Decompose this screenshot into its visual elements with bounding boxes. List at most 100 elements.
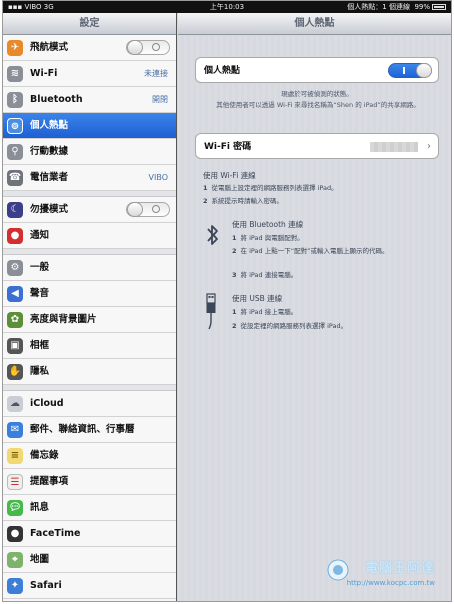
bt-step-2: 2在 iPad 上點一下“配對”或輸入電腦上顯示的代碼。 [232,247,389,255]
bluetooth-icon [207,225,218,245]
sidebar-item-mail-contacts-calendars[interactable]: ✉ 郵件、聯絡資訊、行事曆 [3,417,176,443]
sidebar-item-icloud[interactable]: ☁ iCloud [3,391,176,417]
wifi-password-value [370,142,418,152]
watermark-title: 電腦王阿達 [364,561,435,576]
wifi-step-2: 2 系統提示時請輸入密碼。 [203,197,284,205]
hotspot-toggle-cell: 個人熱點 [195,57,439,83]
wifi-icon: ≋ [7,66,23,82]
sidebar-item-label: Bluetooth [30,94,83,105]
sidebar-item-label: FaceTime [30,528,81,539]
sidebar-item-label: 地圖 [30,554,50,565]
airplane-icon: ✈ [7,40,23,56]
wifi-section-title: 使用 Wi-Fi 連線 [203,171,256,180]
do-not-disturb-toggle[interactable] [126,202,170,217]
sidebar-item-airplane-mode[interactable]: ✈ 飛航模式 [3,35,176,61]
carrier-value: VIBO [148,173,168,182]
sidebar-item-personal-hotspot[interactable]: ⊚ 個人熱點 [3,113,176,139]
screenshot-frame: ▪▪▪ VIBO 3G 上午10:03 個人熱點：1 個連線 99% 設定 ✈ … [2,0,452,602]
sidebar-item-label: Safari [30,580,62,591]
sidebar-item-brightness-wallpaper[interactable]: ✿ 亮度與背景圖片 [3,307,176,333]
status-bar: ▪▪▪ VIBO 3G 上午10:03 個人熱點：1 個連線 99% [3,1,451,13]
sidebar-item-safari[interactable]: ✦ Safari [3,573,176,599]
messages-icon: 💬︎ [7,500,23,516]
bluetooth-status-value: 開閉 [152,95,168,104]
notes-icon: ≡ [7,448,23,464]
airplane-mode-toggle[interactable] [126,40,170,55]
sidebar-item-label: 訊息 [30,502,50,513]
watermark-logo [327,559,349,581]
usb-icon [206,293,216,330]
status-right: 個人熱點：1 個連線 99% [347,1,446,13]
settings-list: ✈ 飛航模式 ≋ Wi-Fi 未連接 ᛒ Bluetooth 開閉 ⊚ 個人熱點… [3,35,176,599]
wifi-status-value: 未連接 [144,69,168,78]
sidebar-item-maps[interactable]: ⌖ 地圖 [3,547,176,573]
moon-icon: ☾ [7,202,23,218]
sidebar-item-messages[interactable]: 💬︎ 訊息 [3,495,176,521]
sidebar-item-picture-frame[interactable]: ▣ 相框 [3,333,176,359]
speaker-icon: ◀ [7,286,23,302]
facetime-icon: ● [7,526,23,542]
hotspot-toggle[interactable] [388,63,432,78]
sidebar-item-carrier[interactable]: ☎ 電信業者 VIBO [3,165,176,191]
mail-icon: ✉ [7,422,23,438]
sidebar-item-reminders[interactable]: ☰ 提醒事項 [3,469,176,495]
usb-section-title: 使用 USB 連線 [232,294,283,303]
sidebar-item-label: 相框 [30,340,50,351]
sidebar-item-notes[interactable]: ≡ 備忘錄 [3,443,176,469]
hotspot-status: 個人熱點：1 個連線 [347,3,410,11]
share-network-note: 其他使用者可以透過 Wi-Fi 來尋找名稱為“Shen 的 iPad”的共享網路… [216,101,420,109]
battery-percent: 99% [414,3,430,11]
wifi-password-label: Wi-Fi 密碼 [204,142,252,152]
wifi-password-cell[interactable]: Wi-Fi 密碼 › [195,133,439,159]
sidebar-item-label: 備忘錄 [30,450,59,461]
picture-frame-icon: ▣ [7,338,23,354]
bt-section-title: 使用 Bluetooth 連線 [232,220,304,229]
sidebar-item-bluetooth[interactable]: ᛒ Bluetooth 開閉 [3,87,176,113]
sidebar-item-notifications[interactable]: ● 通知 [3,223,176,249]
settings-sidebar: 設定 ✈ 飛航模式 ≋ Wi-Fi 未連接 ᛒ Bluetooth 開閉 ⊚ 個… [3,13,177,601]
sidebar-item-label: 個人熱點 [30,120,69,131]
usb-step-2: 2 從設定裡的網路服務列表選擇 iPad。 [232,322,348,330]
watermark: 電腦王阿達 http://www.kocpc.com.tw [327,557,437,593]
sidebar-item-label: iCloud [30,398,64,409]
wifi-step-1: 1 從電腦上設定裡的網路服務列表選擇 iPad。 [203,184,338,192]
carrier-icon: ☎ [7,170,23,186]
notifications-icon: ● [7,228,23,244]
cloud-icon: ☁ [7,396,23,412]
sidebar-item-wifi[interactable]: ≋ Wi-Fi 未連接 [3,61,176,87]
sidebar-item-do-not-disturb[interactable]: ☾ 勿擾模式 [3,197,176,223]
sidebar-item-label: 提醒事項 [30,476,69,487]
usb-step-1: 1將 iPad 接上電腦。 [232,308,298,316]
sidebar-item-general[interactable]: ⚙ 一般 [3,255,176,281]
sidebar-item-label: 飛航模式 [30,42,69,53]
sidebar-item-label: 電信業者 [30,172,69,183]
discoverable-note: 現處於可被偵測的狀態。 [281,90,353,98]
chevron-right-icon: › [427,141,431,152]
sidebar-item-label: 郵件、聯絡資訊、行事曆 [30,424,135,435]
sidebar-title: 設定 [3,13,176,35]
page-title: 個人熱點 [178,13,451,35]
maps-icon: ⌖ [7,552,23,568]
sidebar-item-privacy[interactable]: ✋ 隱私 [3,359,176,385]
reminders-icon: ☰ [7,474,23,490]
safari-icon: ✦ [7,578,23,594]
bluetooth-icon: ᛒ [7,92,23,108]
sidebar-item-label: 行動數據 [30,146,69,157]
cellular-icon: ⚲ [7,144,23,160]
sidebar-item-label: 隱私 [30,366,50,377]
sidebar-item-label: Wi-Fi [30,68,58,79]
sidebar-item-label: 勿擾模式 [30,204,69,215]
battery-icon [432,4,446,10]
sidebar-item-label: 一般 [30,262,50,273]
flower-icon: ✿ [7,312,23,328]
bt-step-3: 3將 iPad 連接電腦。 [232,271,298,279]
hotspot-toggle-label: 個人熱點 [204,66,241,76]
sidebar-item-cellular-data[interactable]: ⚲ 行動數據 [3,139,176,165]
sidebar-item-label: 亮度與背景圖片 [30,314,97,325]
sidebar-item-facetime[interactable]: ● FaceTime [3,521,176,547]
sidebar-item-sounds[interactable]: ◀ 聲音 [3,281,176,307]
sidebar-item-label: 聲音 [30,288,50,299]
sidebar-item-label: 通知 [30,230,50,241]
hotspot-detail-pane: 個人熱點 個人熱點 現處於可被偵測的狀態。 其他使用者可以透過 Wi-Fi 來尋… [178,13,451,601]
bt-step-1: 1將 iPad 與電腦配對。 [232,234,304,242]
